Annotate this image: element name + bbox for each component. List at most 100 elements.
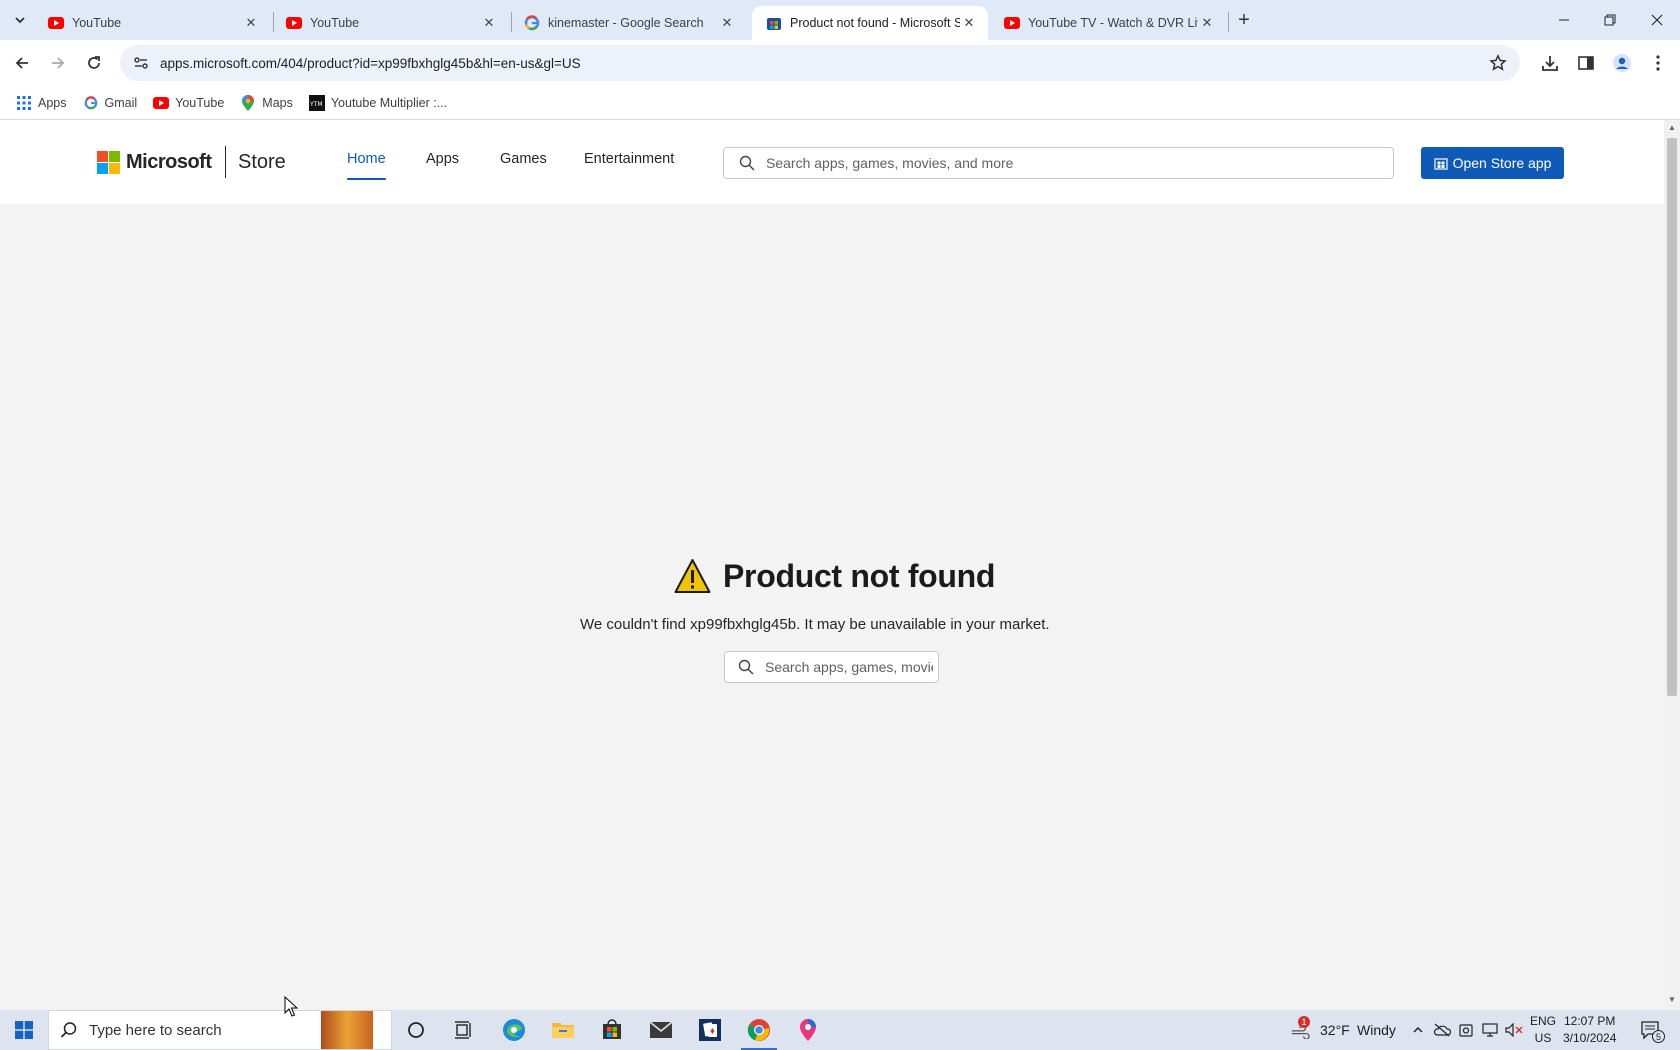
- scrollbar-thumb[interactable]: [1667, 138, 1677, 696]
- side-panel-icon: [1578, 56, 1594, 70]
- downloads-button[interactable]: [1534, 47, 1566, 79]
- language-region: US: [1534, 1031, 1552, 1045]
- map-pin-icon: [800, 1019, 816, 1041]
- tab-youtube-tv[interactable]: YouTube TV - Watch & DVR Live Sports ✕: [990, 6, 1226, 40]
- close-tab-icon[interactable]: ✕: [480, 14, 498, 32]
- bookmark-apps[interactable]: Apps: [10, 90, 73, 116]
- camera-tray-icon[interactable]: [1456, 1020, 1476, 1040]
- input-language[interactable]: ENG US: [1530, 1013, 1556, 1047]
- close-tab-icon[interactable]: ✕: [718, 14, 736, 32]
- network-icon[interactable]: [1480, 1020, 1500, 1040]
- tab-google-search[interactable]: kinemaster - Google Search ✕: [510, 6, 746, 40]
- search-icon: [49, 1021, 89, 1039]
- chrome-taskbar-app[interactable]: [735, 1010, 783, 1050]
- mail-taskbar-app[interactable]: [637, 1010, 685, 1050]
- clock-date: 3/10/2024: [1563, 1031, 1617, 1045]
- side-panel-button[interactable]: [1570, 47, 1602, 79]
- tab-youtube-1[interactable]: YouTube ✕: [34, 6, 270, 40]
- forward-button[interactable]: [42, 47, 74, 79]
- reload-button[interactable]: [78, 47, 110, 79]
- bookmark-youtube-multiplier[interactable]: YTM Youtube Multiplier :...: [303, 90, 453, 116]
- chevron-down-icon: [15, 17, 25, 24]
- tab-youtube-2[interactable]: YouTube ✕: [272, 6, 508, 40]
- tab-microsoft-store[interactable]: Product not found - Microsoft Store ✕: [752, 6, 988, 40]
- minimize-button[interactable]: [1541, 0, 1587, 40]
- address-bar[interactable]: apps.microsoft.com/404/product?id=xp99fb…: [120, 45, 1520, 81]
- nav-games[interactable]: Games: [500, 151, 547, 181]
- weather-condition[interactable]: Windy: [1357, 1010, 1396, 1050]
- store-search-input[interactable]: Search apps, games, movies, and more: [723, 147, 1394, 179]
- ms-store-icon: [766, 15, 782, 31]
- not-found-search-input[interactable]: Search apps, games, movies, and more: [724, 651, 939, 683]
- store-header: Microsoft Store Home Apps Games Entertai…: [0, 120, 1664, 204]
- apps-grid-icon: [16, 95, 32, 111]
- kebab-menu-icon: [1656, 55, 1660, 71]
- ms-store-taskbar-app[interactable]: [588, 1010, 636, 1050]
- close-window-button[interactable]: [1634, 0, 1680, 40]
- search-icon: [727, 659, 765, 675]
- chevron-up-icon[interactable]: [1408, 1020, 1428, 1040]
- solitaire-taskbar-app[interactable]: [686, 1010, 734, 1050]
- bookmark-label: YouTube: [175, 95, 225, 110]
- close-tab-icon[interactable]: ✕: [960, 14, 978, 32]
- nav-home[interactable]: Home: [347, 151, 386, 181]
- search-icon: [728, 155, 766, 171]
- new-tab-button[interactable]: +: [1232, 8, 1256, 32]
- site-info-icon[interactable]: [124, 45, 158, 81]
- bookmark-star-icon[interactable]: [1486, 51, 1510, 75]
- warning-icon: [674, 558, 711, 593]
- cortana-circle-icon: [408, 1022, 424, 1038]
- bookmark-youtube[interactable]: YouTube: [147, 90, 230, 116]
- menu-button[interactable]: [1642, 47, 1674, 79]
- file-explorer-taskbar-app[interactable]: [539, 1010, 587, 1050]
- page-viewport: Microsoft Store Home Apps Games Entertai…: [0, 120, 1664, 1010]
- nav-entertainment[interactable]: Entertainment: [584, 151, 674, 181]
- restore-button[interactable]: [1587, 0, 1633, 40]
- close-tab-icon[interactable]: ✕: [1198, 14, 1216, 32]
- back-button[interactable]: [6, 47, 38, 79]
- microsoft-store-logo[interactable]: Microsoft Store: [97, 146, 286, 178]
- page-scrollbar[interactable]: ▲ ▼: [1664, 120, 1680, 1010]
- onedrive-offline-icon[interactable]: [1432, 1020, 1452, 1040]
- scroll-up-icon[interactable]: ▲: [1668, 124, 1676, 132]
- google-icon: [524, 15, 540, 31]
- search-highlight-image[interactable]: [321, 1011, 373, 1049]
- cortana-button[interactable]: [392, 1010, 440, 1050]
- youtube-icon: [48, 15, 64, 31]
- tab-search-button[interactable]: [8, 8, 32, 32]
- maps-taskbar-app[interactable]: [784, 1010, 832, 1050]
- page-title: Product not found: [723, 557, 996, 594]
- tab-title: YouTube: [72, 16, 122, 30]
- ms-store-icon: [603, 1019, 621, 1039]
- bookmark-label: Maps: [262, 95, 293, 110]
- bookmark-maps[interactable]: Maps: [234, 90, 299, 116]
- tab-title: kinemaster - Google Search: [548, 16, 704, 30]
- task-view-button[interactable]: [440, 1010, 488, 1050]
- close-tab-icon[interactable]: ✕: [242, 14, 260, 32]
- taskbar-search-input[interactable]: Type here to search: [48, 1010, 392, 1050]
- chrome-icon: [747, 1019, 770, 1041]
- clock-time: 12:07 PM: [1564, 1014, 1616, 1028]
- microsoft-wordmark: Microsoft: [126, 150, 212, 173]
- profile-button[interactable]: [1606, 47, 1638, 79]
- volume-muted-icon[interactable]: [1504, 1020, 1524, 1040]
- open-store-app-button[interactable]: Open Store app: [1421, 147, 1564, 179]
- scroll-down-icon[interactable]: ▼: [1668, 996, 1676, 1004]
- taskbar-search-placeholder: Type here to search: [89, 1021, 222, 1039]
- not-found-heading: Product not found: [674, 553, 995, 599]
- start-button[interactable]: [0, 1010, 48, 1050]
- edge-taskbar-app[interactable]: [490, 1010, 538, 1050]
- weather-temp[interactable]: 32°F: [1320, 1010, 1350, 1050]
- windows-logo-icon: [15, 1021, 33, 1039]
- taskbar-clock[interactable]: 12:07 PM 3/10/2024: [1563, 1013, 1616, 1047]
- profile-avatar-icon: [1613, 54, 1631, 72]
- bookmark-label: Apps: [38, 95, 67, 110]
- nav-apps[interactable]: Apps: [426, 151, 459, 181]
- open-store-label: Open Store app: [1452, 155, 1552, 171]
- search-placeholder: Search apps, games, movies, and more: [766, 155, 1014, 171]
- language-code: ENG: [1530, 1014, 1557, 1028]
- youtube-icon: [153, 95, 170, 111]
- ytm-icon: YTM: [308, 94, 325, 111]
- bookmark-gmail[interactable]: Gmail: [77, 90, 144, 116]
- bookmarks-bar: Apps Gmail YouTube Maps YTM Youtube Mult…: [0, 86, 1680, 120]
